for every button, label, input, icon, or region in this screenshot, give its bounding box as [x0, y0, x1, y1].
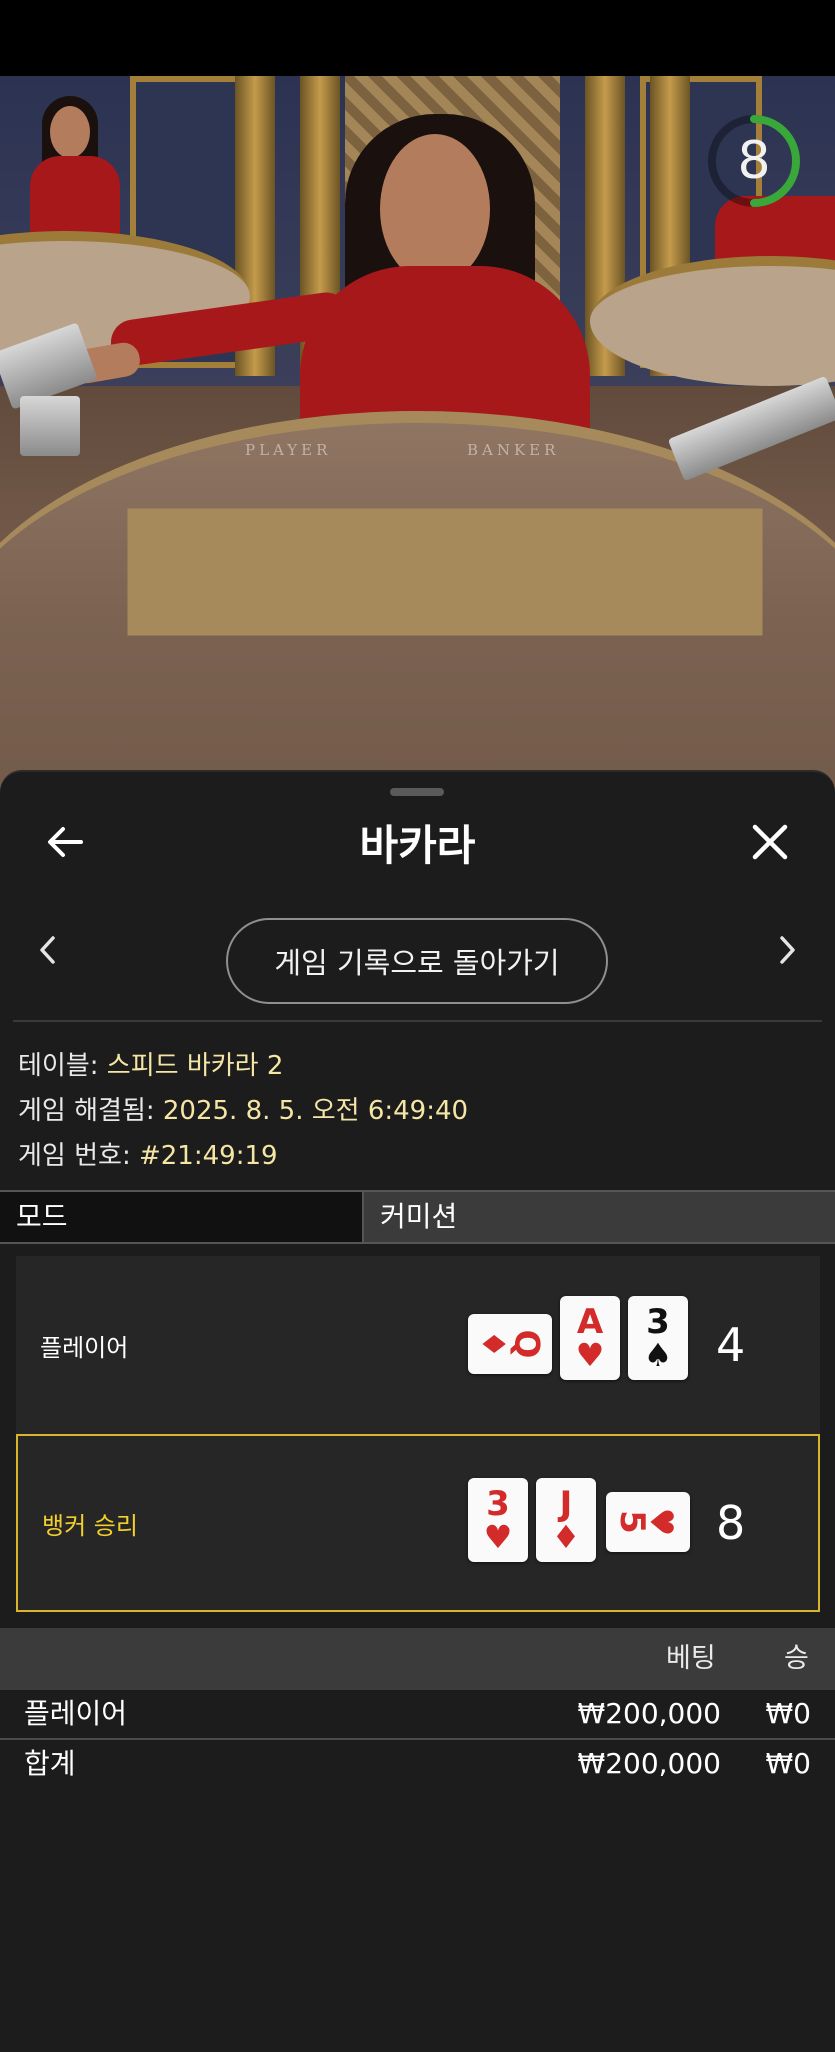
player-hand: 플레이어 ♦ Q A ♥ 3 ♠ 4: [16, 1256, 820, 1434]
info-game-number-label: 게임 번호:: [18, 1141, 139, 1171]
card-shoe: [667, 375, 835, 482]
close-icon: [752, 824, 788, 860]
info-resolved: 게임 해결됨: 2025. 8. 5. 오전 6:49:40: [18, 1090, 468, 1127]
card: ♦ Q: [468, 1314, 552, 1374]
bets-header-win: 승: [784, 1643, 809, 1674]
card-suit: ♠: [643, 1336, 673, 1374]
banker-score: 8: [716, 1496, 746, 1550]
card-rank: 3: [646, 1302, 670, 1342]
info-table-value: 스피드 바카라 2: [106, 1051, 284, 1081]
drag-handle[interactable]: [390, 788, 444, 796]
table-label-banker: BANKER: [467, 441, 560, 459]
discard-tray: [20, 396, 80, 456]
info-resolved-value: 2025. 8. 5. 오전 6:49:40: [162, 1096, 469, 1126]
card-suit: ♥: [483, 1518, 513, 1556]
card-suit: ♥: [642, 1507, 681, 1537]
side-dealer-head: [50, 106, 90, 158]
player-score: 4: [716, 1318, 746, 1372]
dealer-head: [380, 134, 490, 284]
info-resolved-label: 게임 해결됨:: [18, 1096, 163, 1126]
bets-header-bet: 베팅: [666, 1643, 716, 1674]
card-rank: Q: [506, 1329, 547, 1359]
table-row: 플레이어 ₩200,000 ₩0: [0, 1690, 835, 1740]
info-game-number-value: #21:49:19: [138, 1141, 278, 1171]
info-table-label: 테이블:: [18, 1051, 107, 1081]
card: J ♦: [536, 1478, 596, 1562]
info-table: 테이블: 스피드 바카라 2: [18, 1045, 283, 1082]
tab-commission[interactable]: 커미션: [364, 1192, 835, 1242]
tab-mode[interactable]: 모드: [0, 1192, 364, 1242]
banker-win-label: 뱅커 승리: [42, 1511, 138, 1540]
close-button[interactable]: [740, 812, 800, 872]
table-label-player: PLAYER: [245, 441, 332, 459]
tab-bar: 모드 커미션: [0, 1190, 835, 1244]
prev-game-button[interactable]: [28, 930, 68, 970]
back-to-history-button[interactable]: 게임 기록으로 돌아가기: [226, 918, 608, 1004]
total-row: 합계 ₩200,000 ₩0: [0, 1740, 835, 1788]
card-suit: ♥: [575, 1336, 605, 1374]
info-game-number: 게임 번호: #21:49:19: [18, 1135, 278, 1172]
card: 5 ♥: [606, 1492, 690, 1552]
banker-hand: 뱅커 승리 3 ♥ J ♦ 5 ♥ 8: [16, 1434, 820, 1612]
card: A ♥: [560, 1296, 620, 1380]
countdown-timer: 8: [707, 106, 801, 216]
card-rank: J: [559, 1484, 573, 1524]
timer-value: 8: [737, 131, 771, 191]
total-bet: ₩200,000: [577, 1747, 721, 1780]
card-suit: ♦: [474, 1329, 513, 1359]
card-rank: 3: [486, 1484, 510, 1524]
card-suit: ♦: [551, 1518, 581, 1556]
page-title: 바카라: [359, 821, 476, 870]
chevron-left-icon: [40, 936, 55, 964]
card: 3 ♠: [628, 1296, 688, 1380]
card-rank: A: [576, 1302, 604, 1342]
bet-amount: ₩200,000: [577, 1697, 721, 1730]
game-detail-sheet: 바카라 게임 기록으로 돌아가기 테이블: 스피드 바카라 2 게임 해결됨: …: [0, 770, 835, 2052]
card: 3 ♥: [468, 1478, 528, 1562]
total-win: ₩0: [765, 1747, 812, 1780]
bets-header: 베팅 승: [0, 1628, 835, 1690]
player-hand-label: 플레이어: [40, 1333, 129, 1362]
total-label: 합계: [24, 1747, 76, 1780]
win-amount: ₩0: [765, 1697, 812, 1730]
chevron-right-icon: [780, 936, 795, 964]
bet-name: 플레이어: [24, 1697, 128, 1730]
next-game-button[interactable]: [767, 930, 807, 970]
divider: [13, 1020, 822, 1022]
